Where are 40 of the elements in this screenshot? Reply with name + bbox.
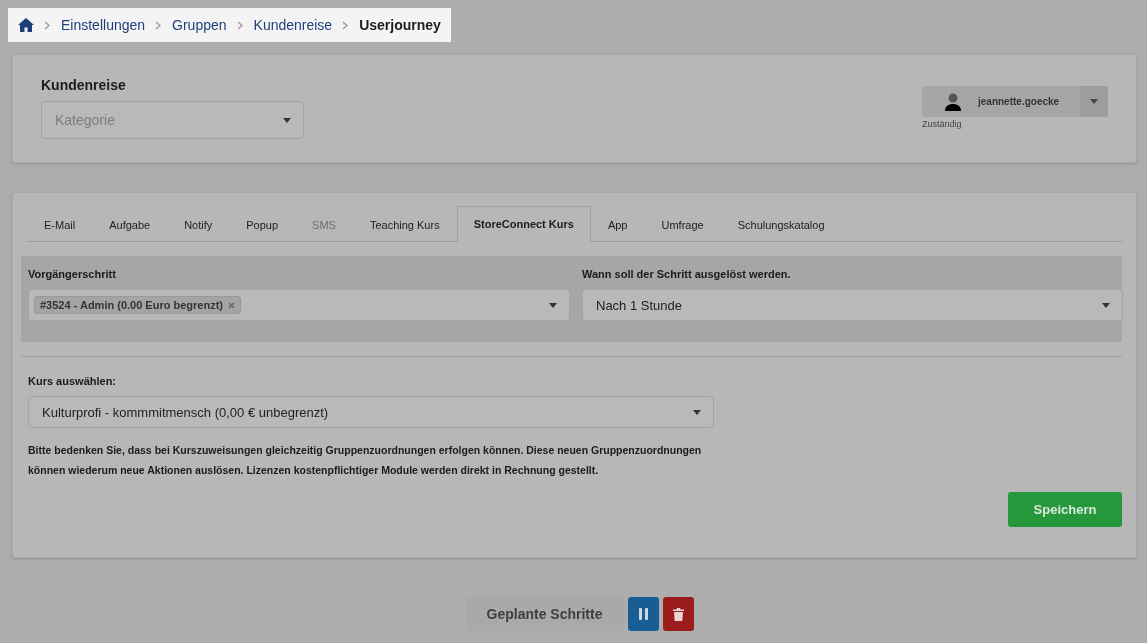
notice-text: Bitte bedenken Sie, dass bei Kurszuweisungen gleichzeitig Gruppenzuordnungen erfolgen können. Diese neuen Gruppenzuordnungen können wiederum neue Aktionen auslösen. Lizenzen kostenpflichtiger Module werden direkt in Rechnung gestellt. <box>28 443 703 478</box>
selected-tag: #3524 - Admin (0.00 Euro begrenzt) <box>34 296 241 314</box>
tab[interactable]: Teaching Kurs <box>352 206 457 242</box>
chevron-icon <box>236 20 244 30</box>
field-label: Vorgängerschritt <box>28 268 117 280</box>
chevron-icon <box>155 20 163 30</box>
scheduled-steps-button[interactable]: Geplante Schritte <box>465 597 624 631</box>
caret-icon <box>549 302 557 308</box>
field-label: Wann soll der Schritt ausgelöst werden. <box>582 268 792 280</box>
tab[interactable]: Popup <box>229 206 296 242</box>
assignee-dropdown[interactable]: jeannette.goecke <box>922 86 1108 117</box>
tab[interactable]: Umfrage <box>644 206 721 242</box>
home-icon[interactable] <box>18 18 34 32</box>
tab[interactable]: Notify <box>167 206 230 242</box>
pause-button[interactable] <box>627 597 659 631</box>
caret-icon <box>693 409 701 415</box>
breadcrumb-link[interactable]: Einstellungen <box>61 17 146 33</box>
caret-icon <box>1090 99 1098 104</box>
tab[interactable]: App <box>590 206 645 242</box>
pause-icon <box>638 608 648 620</box>
course-select[interactable]: Kulturprofi - kommmitmensch (0,00 € unbegrenzt) <box>28 396 714 428</box>
tab[interactable]: StoreConnect Kurs <box>456 206 591 242</box>
caret-icon <box>283 117 291 123</box>
breadcrumb-link[interactable]: Gruppen <box>172 17 227 33</box>
previous-step-select[interactable]: #3524 - Admin (0.00 Euro begrenzt) <box>28 289 570 321</box>
trash-icon <box>672 607 684 621</box>
user-icon <box>944 92 962 111</box>
caret-icon <box>1102 302 1110 308</box>
trigger-select[interactable]: Nach 1 Stunde <box>582 289 1123 321</box>
chevron-icon <box>44 20 51 30</box>
tab[interactable]: E-Mail <box>27 206 93 242</box>
breadcrumb-current: Userjourney <box>359 17 441 33</box>
breadcrumb-link[interactable]: Kundenreise <box>253 17 333 33</box>
assignee-caption: Zuständig <box>922 119 963 129</box>
chevron-icon <box>342 20 350 30</box>
tab[interactable]: Schulungskatalog <box>720 206 842 242</box>
delete-button[interactable] <box>662 597 694 631</box>
tab[interactable]: Aufgabe <box>92 206 168 242</box>
section-title: Kundenreise <box>41 77 127 93</box>
field-label: Kurs auswählen: <box>28 375 118 387</box>
